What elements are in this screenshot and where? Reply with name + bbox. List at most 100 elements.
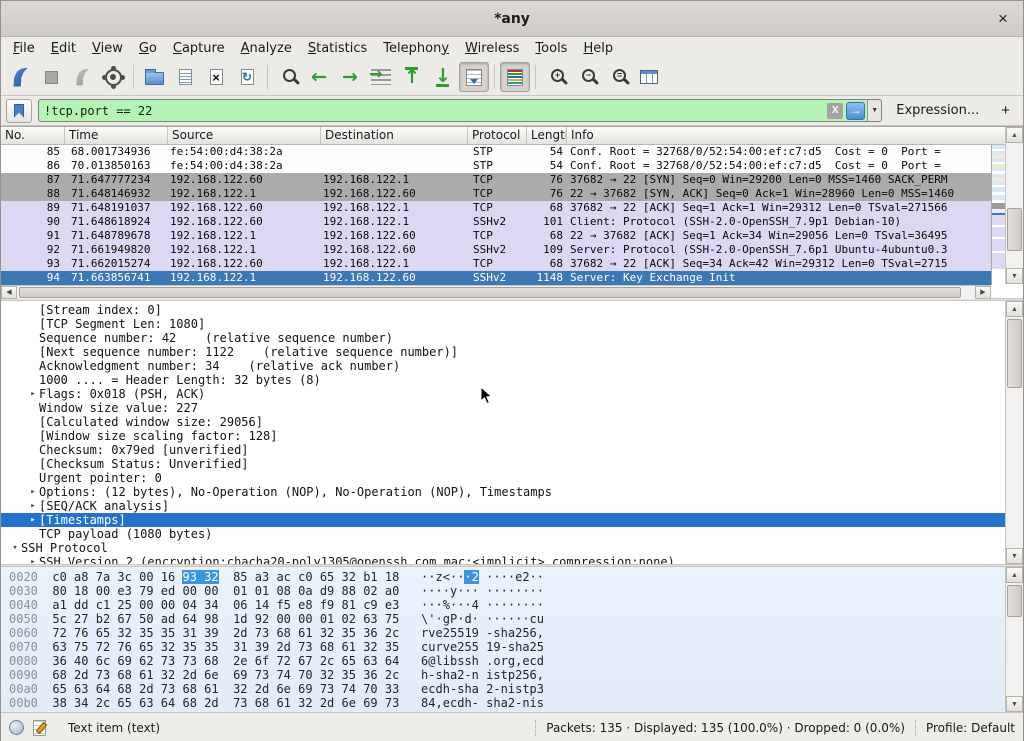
menu-capture[interactable]: Capture [165, 39, 233, 58]
detail-line[interactable]: [Calculated window size: 29056] [1, 415, 1005, 429]
hex-byte[interactable]: 32 [117, 626, 131, 640]
hex-byte[interactable]: 64 [385, 654, 399, 668]
expander-closed-icon[interactable]: ▸ [27, 387, 39, 401]
resize-columns-button[interactable] [634, 62, 664, 92]
hex-byte[interactable]: e3 [385, 598, 399, 612]
hex-byte[interactable]: b2 [96, 612, 110, 626]
hex-byte[interactable]: 38 [52, 696, 66, 710]
hex-byte[interactable]: 68 [320, 640, 334, 654]
hex-row[interactable]: 00a0 65 63 64 68 2d 73 68 61 32 2d 6e 69… [9, 682, 1005, 696]
hex-byte[interactable]: e3 [117, 584, 131, 598]
hex-byte[interactable]: 32 [161, 640, 175, 654]
hex-byte[interactable]: 31 [233, 640, 247, 654]
hex-byte[interactable]: 63 [139, 696, 153, 710]
hex-byte[interactable]: 32 [320, 668, 334, 682]
hex-byte[interactable]: 75 [74, 640, 88, 654]
hex-byte[interactable]: 2e [233, 654, 247, 668]
hex-byte[interactable]: 2d [139, 682, 153, 696]
stop-capture-button[interactable] [36, 62, 66, 92]
hex-byte[interactable]: 74 [342, 682, 356, 696]
zoom-in-button[interactable]: + [541, 62, 571, 92]
scroll-down-button[interactable]: ▼ [1006, 548, 1023, 564]
scrollbar-track[interactable] [1006, 317, 1023, 548]
hex-byte[interactable]: f9 [320, 598, 334, 612]
close-button[interactable]: × [991, 7, 1015, 31]
hex-byte[interactable]: 16 [161, 570, 175, 584]
hex-byte[interactable]: a1 [52, 598, 66, 612]
open-file-button[interactable] [139, 62, 169, 92]
hex-byte[interactable]: 35 [342, 626, 356, 640]
detail-line[interactable]: Checksum: 0x79ed [unverified] [1, 443, 1005, 457]
profile-label[interactable]: Profile: Default [926, 721, 1015, 735]
hex-byte[interactable]: 73 [385, 696, 399, 710]
hex-byte[interactable]: 01 [320, 612, 334, 626]
hex-byte[interactable]: 33 [385, 682, 399, 696]
hex-byte[interactable]: 01 [255, 584, 269, 598]
hex-byte[interactable]: 01 [233, 584, 247, 598]
menu-help[interactable]: Help [575, 39, 621, 58]
hex-byte[interactable]: 35 [182, 640, 196, 654]
hex-byte[interactable]: 68 [182, 696, 196, 710]
scrollbar-track[interactable] [1006, 143, 1023, 268]
hex-byte[interactable]: 3c [117, 570, 131, 584]
hex-byte[interactable]: 35 [204, 640, 218, 654]
hex-byte[interactable]: 35 [342, 668, 356, 682]
packet-row-92[interactable]: 9271.661949820192.168.122.1192.168.122.6… [1, 243, 991, 257]
hex-byte[interactable]: 6c [96, 654, 110, 668]
detail-line[interactable]: [Stream index: 0] [1, 303, 1005, 317]
hex-byte[interactable]: dd [74, 598, 88, 612]
hex-byte[interactable]: 69 [363, 696, 377, 710]
hex-byte[interactable]: 32 [233, 682, 247, 696]
hex-byte[interactable]: 65 [117, 696, 131, 710]
hex-byte[interactable]: 73 [298, 640, 312, 654]
detail-line[interactable]: ▸SSH Version 2 (encryption:chacha20-poly… [1, 555, 1005, 564]
hex-byte[interactable]: 61 [298, 626, 312, 640]
scroll-down-button[interactable]: ▼ [1006, 268, 1023, 284]
hex-byte[interactable]: 39 [255, 640, 269, 654]
packet-row-93[interactable]: 9371.662015274192.168.122.60192.168.122.… [1, 257, 991, 271]
hex-byte[interactable]: 2d [276, 640, 290, 654]
column-header-info[interactable]: Info [567, 127, 1007, 144]
hex-byte[interactable]: 2c [385, 626, 399, 640]
packet-row-91[interactable]: 9171.648789678192.168.122.1192.168.122.6… [1, 229, 991, 243]
hex-byte[interactable]: 14 [255, 598, 269, 612]
hex-byte[interactable]: 93 [182, 570, 196, 584]
hex-dump[interactable]: 0020 c0 a8 7a 3c 00 16 93 32 85 a3 ac c0… [9, 570, 1005, 710]
hex-byte[interactable]: 67 [298, 654, 312, 668]
column-header-time[interactable]: Time [65, 127, 168, 144]
hex-byte[interactable]: 73 [233, 696, 247, 710]
hex-byte[interactable]: 36 [363, 626, 377, 640]
hex-byte[interactable]: 68 [204, 654, 218, 668]
packet-row-94[interactable]: 9471.663856741192.168.122.1192.168.122.6… [1, 271, 991, 285]
hex-byte[interactable]: 70 [298, 668, 312, 682]
hex-byte[interactable]: 80 [52, 584, 66, 598]
hex-byte[interactable]: 68 [182, 682, 196, 696]
hex-byte[interactable]: 2c [385, 668, 399, 682]
hex-byte[interactable]: 04 [182, 598, 196, 612]
hex-byte[interactable]: 2d [255, 682, 269, 696]
hex-byte[interactable]: 70 [363, 682, 377, 696]
hex-byte[interactable]: 85 [233, 570, 247, 584]
detail-line[interactable]: ▾SSH Protocol [1, 541, 1005, 555]
scrollbar-thumb[interactable] [1007, 319, 1022, 388]
hex-byte[interactable]: c9 [363, 598, 377, 612]
go-to-packet-button[interactable]: → [366, 62, 396, 92]
hscrollbar-track[interactable] [17, 286, 975, 299]
hex-byte[interactable]: 40 [74, 654, 88, 668]
hex-byte[interactable]: 6e [342, 696, 356, 710]
hex-byte[interactable]: 73 [320, 682, 334, 696]
hex-scrollbar[interactable]: ▲ ▼ [1005, 567, 1023, 712]
hex-byte[interactable]: ad [161, 612, 175, 626]
menu-view[interactable]: View [84, 39, 131, 58]
hex-byte[interactable]: 73 [182, 654, 196, 668]
detail-line[interactable]: Acknowledgment number: 34 (relative ack … [1, 359, 1005, 373]
display-filter-input[interactable] [44, 104, 827, 118]
hex-byte[interactable]: 34 [74, 696, 88, 710]
packet-list-hscrollbar[interactable]: ◀ ▶ [1, 285, 991, 299]
hex-byte[interactable]: 72 [96, 640, 110, 654]
hex-byte[interactable]: 65 [342, 654, 356, 668]
hex-byte[interactable]: 73 [255, 668, 269, 682]
scroll-up-button[interactable]: ▲ [1006, 567, 1023, 583]
hex-byte[interactable]: 73 [96, 668, 110, 682]
hex-byte[interactable]: 27 [74, 612, 88, 626]
